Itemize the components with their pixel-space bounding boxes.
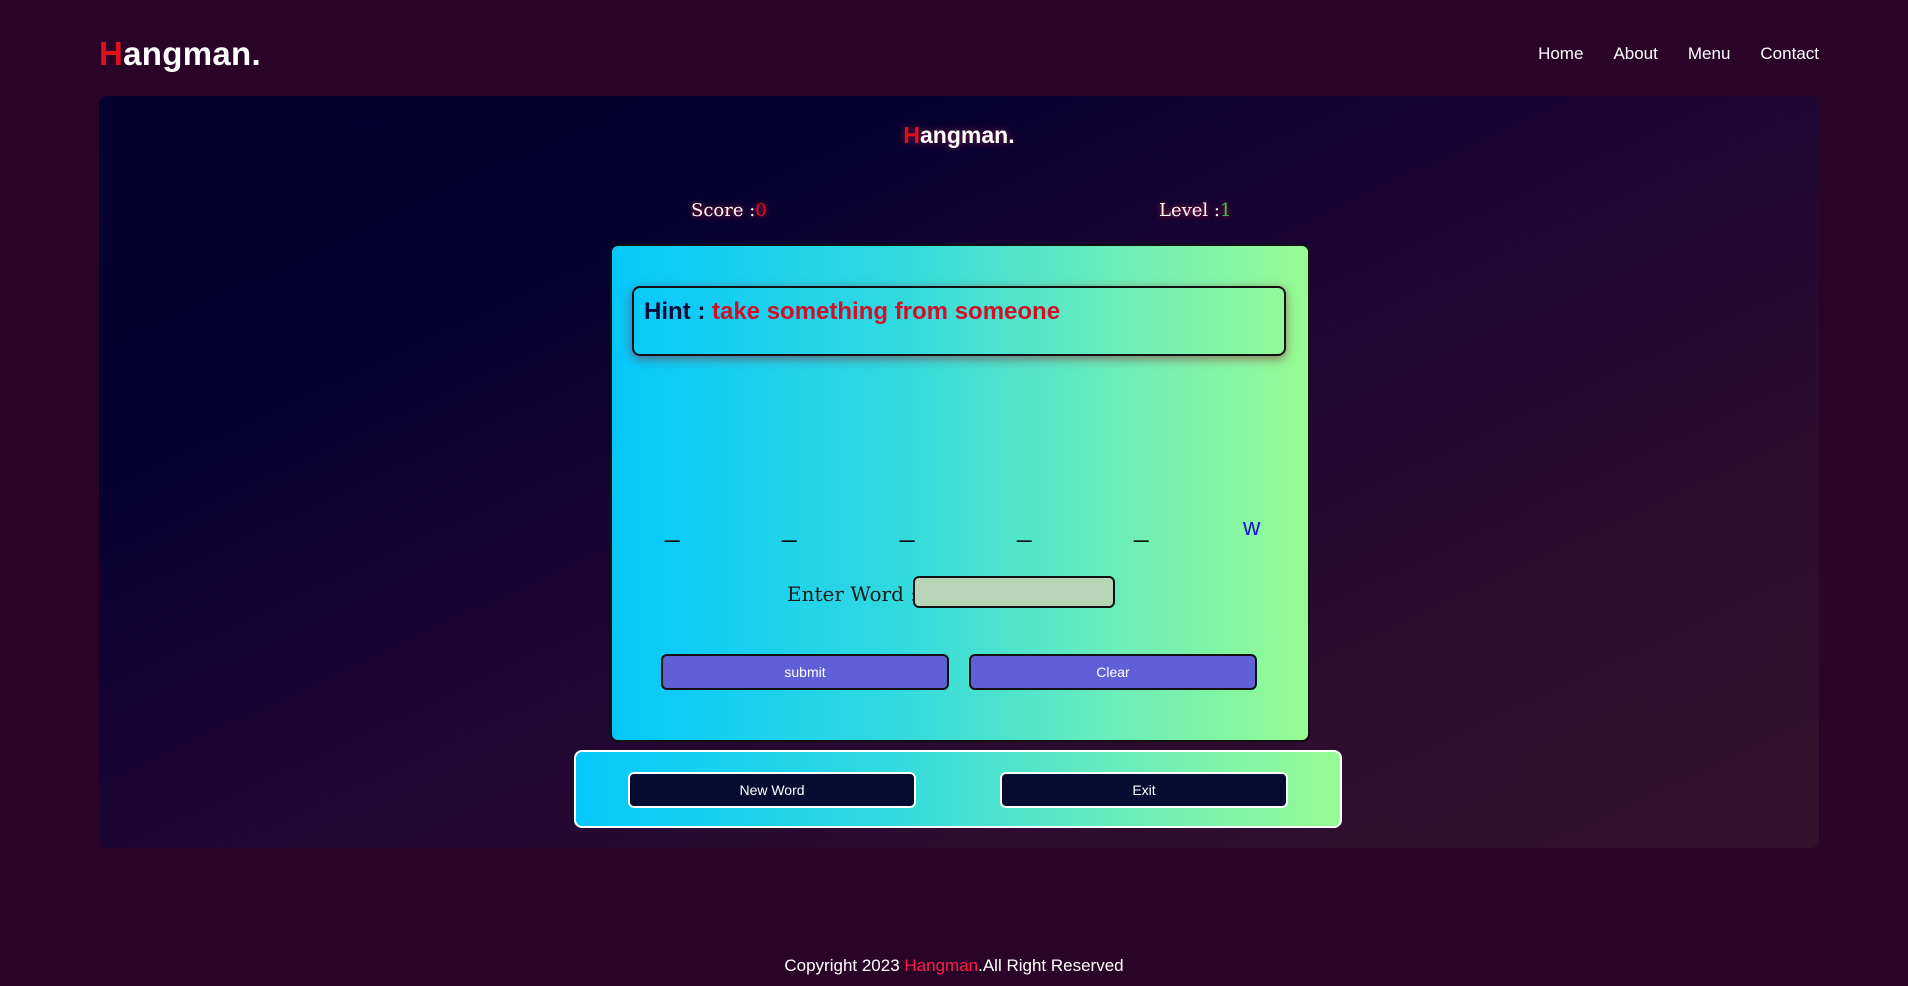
hint-text: Hint : take something from someone bbox=[644, 298, 1060, 326]
enter-word-label: Enter Word : bbox=[787, 582, 917, 606]
level-value: 1 bbox=[1219, 200, 1232, 221]
game-card: Hint : take something from someone _ _ _… bbox=[610, 244, 1310, 742]
game-title-first-letter: H bbox=[903, 122, 921, 148]
letter-slot: _ bbox=[900, 513, 915, 543]
footer-brand: Hangman bbox=[904, 956, 979, 975]
clear-button[interactable]: Clear bbox=[969, 654, 1257, 690]
enter-word-row: Enter Word : bbox=[612, 576, 1308, 612]
footer-suffix: .All Right Reserved bbox=[978, 956, 1124, 975]
nav-link-about[interactable]: About bbox=[1613, 42, 1657, 66]
footer-prefix: Copyright 2023 bbox=[784, 956, 905, 975]
level-label: Level : bbox=[1159, 200, 1220, 221]
nav-link-home[interactable]: Home bbox=[1538, 42, 1583, 66]
letter-slot: _ bbox=[665, 513, 680, 543]
exit-button[interactable]: Exit bbox=[1000, 772, 1288, 808]
score-display: Score :0 bbox=[691, 200, 767, 221]
nav-link-menu[interactable]: Menu bbox=[1688, 42, 1731, 66]
site-logo[interactable]: Hangman. bbox=[99, 34, 261, 74]
new-word-button[interactable]: New Word bbox=[628, 772, 916, 808]
submit-button[interactable]: submit bbox=[661, 654, 949, 690]
letter-slot: _ bbox=[1134, 513, 1149, 543]
enter-word-input[interactable] bbox=[913, 576, 1115, 608]
action-bar: New Word Exit bbox=[574, 750, 1342, 828]
letter-slot: _ bbox=[782, 513, 797, 543]
nav-links: Home About Menu Contact bbox=[1508, 42, 1819, 66]
logo-rest: angman. bbox=[123, 35, 261, 72]
level-display: Level :1 bbox=[1159, 200, 1231, 221]
logo-first-letter: H bbox=[99, 35, 124, 72]
footer: Copyright 2023 Hangman.All Right Reserve… bbox=[0, 956, 1908, 976]
game-title-rest: angman. bbox=[920, 122, 1015, 148]
score-label: Score : bbox=[691, 200, 756, 221]
hint-box: Hint : take something from someone bbox=[632, 286, 1286, 356]
nav-link-contact[interactable]: Contact bbox=[1760, 42, 1819, 66]
score-value: 0 bbox=[755, 200, 767, 221]
hint-label: Hint : bbox=[644, 298, 712, 325]
hint-value: take something from someone bbox=[711, 298, 1061, 325]
word-letters: _ _ _ _ _ w bbox=[612, 508, 1308, 548]
game-title: Hangman. bbox=[99, 122, 1819, 149]
navbar: Hangman. Home About Menu Contact bbox=[0, 0, 1908, 96]
letter-slot-revealed: w bbox=[1243, 514, 1261, 541]
letter-slot: _ bbox=[1017, 513, 1032, 543]
game-stage: Hangman. Score :0 Level :1 Hint : take s… bbox=[99, 96, 1819, 848]
